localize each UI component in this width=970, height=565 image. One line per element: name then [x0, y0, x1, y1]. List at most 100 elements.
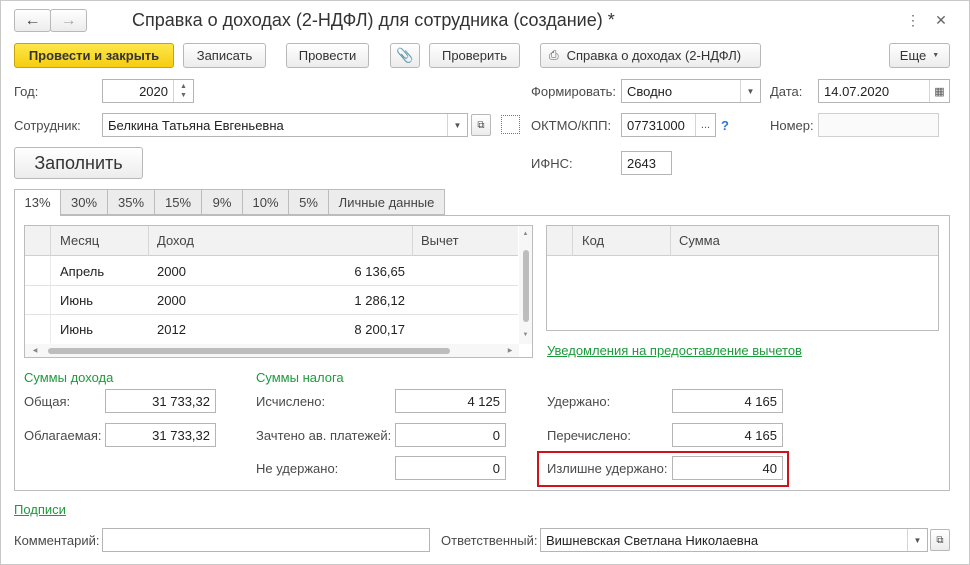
table-cell-amount[interactable]: 8 200,17 [300, 322, 405, 337]
oktmo-field[interactable]: 07731000 ... [621, 113, 716, 137]
printer-icon: ⎙ [549, 48, 559, 62]
back-button[interactable]: ← [14, 9, 51, 32]
col-divider [50, 226, 51, 256]
report-button[interactable]: ⎙ Справка о доходах (2-НДФЛ) [540, 43, 761, 68]
paperclip-icon: 📎 [396, 47, 414, 63]
table-cell-amount[interactable]: 6 136,65 [300, 264, 405, 279]
report-button-label: Справка о доходах (2-НДФЛ) [566, 48, 742, 63]
calculated-label: Исчислено: [256, 394, 326, 409]
notifications-link[interactable]: Уведомления на предоставление вычетов [547, 343, 802, 358]
offset-field[interactable]: 0 [395, 423, 506, 447]
not-withheld-field[interactable]: 0 [395, 456, 506, 480]
form-select[interactable]: Сводно ▼ [621, 79, 761, 103]
vertical-scroll-thumb[interactable] [523, 250, 529, 322]
post-and-close-button[interactable]: Провести и закрыть [14, 43, 174, 68]
year-field[interactable]: 2020 ▲ ▼ [102, 79, 194, 103]
responsible-value: Вишневская Светлана Николаевна [546, 532, 759, 548]
comment-label: Комментарий: [14, 533, 100, 548]
tab-30[interactable]: 30% [60, 189, 108, 215]
column-header-deduction[interactable]: Вычет [421, 233, 459, 248]
excess-withheld-label: Излишне удержано: [547, 461, 668, 476]
column-header-income[interactable]: Доход [157, 233, 194, 248]
arrow-left-icon: ← [24, 11, 41, 29]
tab-35[interactable]: 35% [107, 189, 155, 215]
employee-dropdown-icon[interactable]: ▼ [447, 114, 467, 136]
oktmo-label: ОКТМО/КПП: [531, 118, 612, 133]
row-divider [25, 314, 518, 315]
offset-label: Зачтено ав. платежей: [256, 428, 392, 443]
withheld-label: Удержано: [547, 394, 611, 409]
tab-15[interactable]: 15% [154, 189, 202, 215]
more-button[interactable]: Еще ▼ [889, 43, 950, 68]
number-field[interactable] [818, 113, 939, 137]
responsible-dropdown-icon[interactable]: ▼ [907, 529, 927, 551]
ifns-label: ИФНС: [531, 156, 573, 171]
excess-withheld-field[interactable]: 40 [672, 456, 783, 480]
year-spinner[interactable]: ▲ ▼ [173, 80, 193, 102]
taxable-label: Облагаемая: [24, 428, 102, 443]
table-cell-amount[interactable]: 1 286,12 [300, 293, 405, 308]
form-select-value: Сводно [627, 83, 673, 99]
date-field[interactable]: 14.07.2020 ▦ [818, 79, 950, 103]
scroll-up-icon[interactable]: ▲ [519, 229, 532, 239]
column-header-code[interactable]: Код [582, 233, 604, 248]
col-divider [412, 226, 413, 256]
check-button[interactable]: Проверить [429, 43, 520, 68]
ifns-field[interactable]: 2643 [621, 151, 672, 175]
table-cell-code[interactable]: 2000 [157, 293, 186, 308]
col-divider [148, 226, 149, 256]
table-cell-code[interactable]: 2000 [157, 264, 186, 279]
column-header-sum[interactable]: Сумма [679, 233, 720, 248]
tab-13[interactable]: 13% [14, 189, 61, 216]
forward-button[interactable]: → [50, 9, 87, 32]
oktmo-select-button[interactable]: ... [695, 114, 715, 136]
more-vertical-icon[interactable]: ⋮ [905, 11, 921, 29]
save-button[interactable]: Записать [183, 43, 266, 68]
row-marker-divider [50, 256, 51, 343]
signatures-link[interactable]: Подписи [14, 502, 66, 517]
scroll-right-icon[interactable]: ▶ [505, 344, 515, 357]
responsible-field[interactable]: Вишневская Светлана Николаевна ▼ [540, 528, 928, 552]
more-button-label: Еще [899, 48, 927, 63]
row-divider [25, 285, 518, 286]
transferred-field[interactable]: 4 165 [672, 423, 783, 447]
responsible-open-button[interactable]: ⧉ [930, 529, 950, 551]
year-label: Год: [14, 84, 39, 99]
window-title: Справка о доходах (2-НДФЛ) для сотрудник… [132, 10, 615, 30]
tab-5[interactable]: 5% [288, 189, 329, 215]
scroll-down-icon[interactable]: ▼ [519, 330, 532, 340]
calendar-icon[interactable]: ▦ [929, 80, 949, 102]
table-cell-month[interactable]: Июнь [60, 322, 93, 337]
help-icon[interactable]: ? [721, 118, 729, 133]
horizontal-scroll-thumb[interactable] [48, 348, 450, 354]
arrow-right-icon: → [60, 11, 77, 29]
taxable-field[interactable]: 31 733,32 [105, 423, 216, 447]
fill-button[interactable]: Заполнить [14, 147, 143, 179]
column-header-month[interactable]: Месяц [60, 233, 99, 248]
year-value: 2020 [139, 83, 168, 99]
close-icon[interactable]: ✕ [933, 11, 949, 29]
comment-field[interactable] [102, 528, 430, 552]
scroll-left-icon[interactable]: ◀ [30, 344, 40, 357]
tab-9[interactable]: 9% [201, 189, 243, 215]
form-select-dropdown-icon[interactable]: ▼ [740, 80, 760, 102]
employee-value: Белкина Татьяна Евгеньевна [108, 117, 284, 133]
total-field[interactable]: 31 733,32 [105, 389, 216, 413]
responsible-label: Ответственный: [441, 533, 538, 548]
table-cell-month[interactable]: Июнь [60, 293, 93, 308]
date-label: Дата: [770, 84, 803, 99]
employee-open-button[interactable]: ⧉ [471, 114, 491, 136]
employee-field[interactable]: Белкина Татьяна Евгеньевна ▼ [102, 113, 468, 137]
calculated-field[interactable]: 4 125 [395, 389, 506, 413]
checkbox[interactable] [501, 115, 520, 134]
table-cell-month[interactable]: Апрель [60, 264, 104, 279]
post-button[interactable]: Провести [286, 43, 369, 68]
employee-label: Сотрудник: [14, 118, 81, 133]
tab-personal-data[interactable]: Личные данные [328, 189, 445, 215]
tab-10[interactable]: 10% [242, 189, 289, 215]
table-cell-code[interactable]: 2012 [157, 322, 186, 337]
oktmo-value: 07731000 [627, 117, 685, 133]
attach-button[interactable]: 📎 [390, 43, 420, 68]
withheld-field[interactable]: 4 165 [672, 389, 783, 413]
income-sums-title: Суммы дохода [24, 370, 114, 385]
